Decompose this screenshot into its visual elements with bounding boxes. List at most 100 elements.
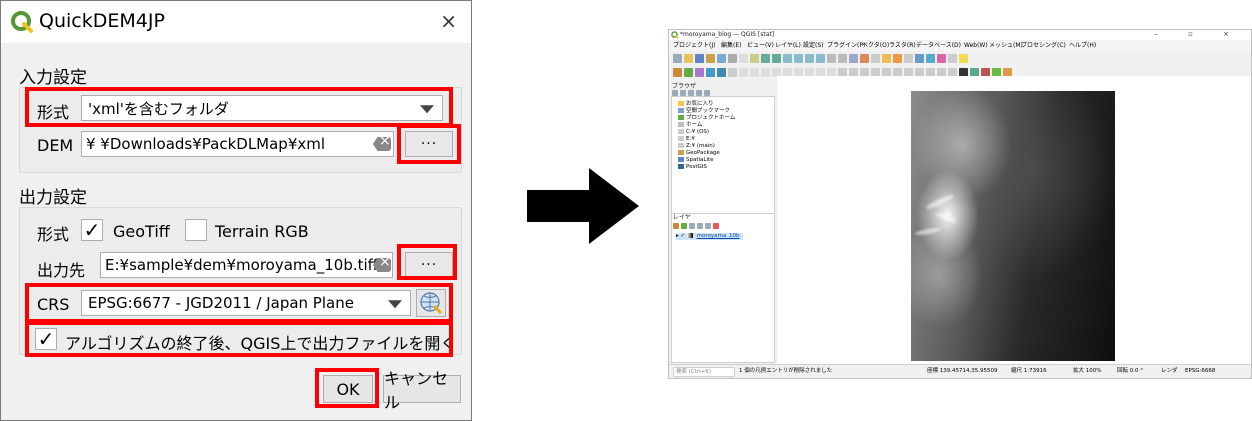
new-map-view-icon[interactable] [849,54,858,63]
select-icon[interactable] [893,54,902,63]
digitize-icon[interactable] [739,68,748,77]
new-project-icon[interactable] [673,54,682,63]
output-browse-button[interactable]: ··· [405,252,453,278]
zoom-native-icon[interactable] [816,54,825,63]
qgis-title: *moroyama_blog — QGIS [stat] [680,31,775,38]
qgis-window: *moroyama_blog — QGIS [stat] – ▫ × プロジェク… [668,29,1252,379]
vertex-tool-icon[interactable] [750,68,759,77]
layer-visible-check-icon[interactable]: ▸ ✓ [676,233,685,239]
menu-help[interactable]: ヘルプ(H) [1069,43,1096,49]
menu-mesh[interactable]: メッシュ(M) [989,43,1023,49]
browser-panel: お気に入り 空間ブックマーク プロジェクトホーム ホーム C:¥ (OS) E:… [671,96,775,218]
print-layout-icon[interactable] [706,54,715,63]
close-icon[interactable]: × [440,9,457,33]
visibility-icon[interactable] [689,223,695,229]
browser-item-postgis[interactable]: PostGIS [678,164,707,171]
status-rotation[interactable]: 回転 0.0 ° [1117,368,1143,375]
ok-button[interactable]: OK [323,375,373,403]
folder-icon [678,115,684,120]
pan-to-selection-icon[interactable] [750,54,759,63]
crs-combo[interactable]: EPSG:6677 - JGD2011 / Japan Plane [81,290,411,316]
open-project-icon[interactable] [684,54,693,63]
input-format-label: 形式 [37,103,70,122]
deselect-icon[interactable] [904,54,913,63]
cancel-button[interactable]: キャンセル [383,369,461,412]
dem-raster [911,91,1115,361]
statistics-icon[interactable] [937,54,946,63]
zoom-full-icon[interactable] [783,54,792,63]
menu-vector[interactable]: ベクタ(O) [862,43,889,49]
home-icon [678,122,684,127]
menu-view[interactable]: ビュー(V) [747,43,774,49]
browser-item-geopackage[interactable]: GeoPackage [678,150,720,157]
map-canvas[interactable] [777,76,1251,364]
zoom-selection-icon[interactable] [794,54,803,63]
input-format-combo[interactable]: 'xml'を含むフォルダ [81,95,443,121]
locator-placeholder: 検索 (Ctrl+K) [676,369,712,375]
temporal-controller-icon[interactable] [860,54,869,63]
dem-browse-button[interactable]: ··· [405,131,453,157]
browser-item-drive-e[interactable]: E:¥ [678,136,695,143]
window-controls[interactable]: – ▫ × [1154,31,1243,38]
locator-search-input[interactable]: 検索 (Ctrl+K) [673,367,735,377]
menu-settings[interactable]: 設定(S) [803,43,824,49]
menu-database[interactable]: データベース(D) [916,43,961,49]
browser-item-project-home[interactable]: プロジェクトホーム [678,115,735,122]
annotation-icon[interactable] [959,54,968,63]
field-calculator-icon[interactable] [915,54,924,63]
open-in-qgis-checkbox[interactable]: ✓ [35,328,57,350]
pan-icon[interactable] [739,54,748,63]
remove-layer-icon[interactable] [713,223,719,229]
status-magnifier[interactable]: 拡大 100% [1073,368,1101,375]
output-path-input[interactable]: E:¥sample¥dem¥moroyama_10b.tiff [100,252,393,278]
move-feature-icon[interactable] [761,68,770,77]
menu-raster[interactable]: ラスタ(R) [889,43,916,49]
crs-select-globe-icon[interactable] [416,289,446,317]
terrain-rgb-checkbox[interactable] [185,219,207,241]
menu-plugins[interactable]: プラグイン(P) [827,43,865,49]
status-scale[interactable]: 縮尺 1:73916 [1011,368,1047,375]
open-in-qgis-label: アルゴリズムの終了後、QGIS上で出力ファイルを開く [65,334,457,353]
refresh-icon[interactable] [871,54,880,63]
browser-item-favorites[interactable]: お気に入り [678,101,714,108]
bookmark-icon [678,108,684,113]
zoom-last-icon[interactable] [827,54,836,63]
menu-layer[interactable]: レイヤ(L) [775,43,801,49]
browser-item-drive-z[interactable]: Z:¥ (main) [678,143,715,150]
status-render[interactable]: レンダ [1161,368,1178,375]
dem-path-input[interactable]: ¥ ¥Downloads¥PackDLMap¥xml [81,131,394,157]
add-wms-icon[interactable] [706,68,715,77]
menu-edit[interactable]: 編集(E) [721,43,741,49]
style-icon[interactable] [673,223,679,229]
toggle-editing-icon[interactable] [728,68,737,77]
status-crs[interactable]: EPSG:6668 [1185,368,1215,375]
add-postgis-icon[interactable] [717,68,726,77]
browser-item-home[interactable]: ホーム [678,122,702,129]
add-raster-icon[interactable] [695,68,704,77]
browser-item-drive-c[interactable]: C:¥ (OS) [678,129,709,136]
layer-item-moroyama[interactable]: ▸ ✓ moroyama_10b [676,233,744,240]
browser-item-bookmarks[interactable]: 空間ブックマーク [678,108,730,115]
filter-icon[interactable] [697,223,703,229]
add-vector-icon[interactable] [684,68,693,77]
browser-item-spatialite[interactable]: SpatiaLite [678,157,714,164]
output-path-value: E:¥sample¥dem¥moroyama_10b.tiff [105,256,378,274]
menu-processing[interactable]: プロセシング(C) [1021,43,1066,49]
expand-icon[interactable] [705,223,711,229]
menu-project[interactable]: プロジェクト(J) [673,43,715,49]
zoom-in-icon[interactable] [761,54,770,63]
zoom-out-icon[interactable] [772,54,781,63]
menu-web[interactable]: Web(W) [964,43,988,49]
zoom-next-icon[interactable] [838,54,847,63]
add-group-icon[interactable] [681,223,687,229]
processing-toolbox-icon[interactable] [926,54,935,63]
zoom-layer-icon[interactable] [805,54,814,63]
layout-manager-icon[interactable] [717,54,726,63]
data-source-manager-icon[interactable] [673,68,682,77]
style-manager-icon[interactable] [728,54,737,63]
save-project-icon[interactable] [695,54,704,63]
geotiff-checkbox[interactable]: ✓ [81,219,103,241]
crs-label: CRS [37,295,70,314]
measure-icon[interactable] [948,54,957,63]
identify-icon[interactable] [882,54,891,63]
